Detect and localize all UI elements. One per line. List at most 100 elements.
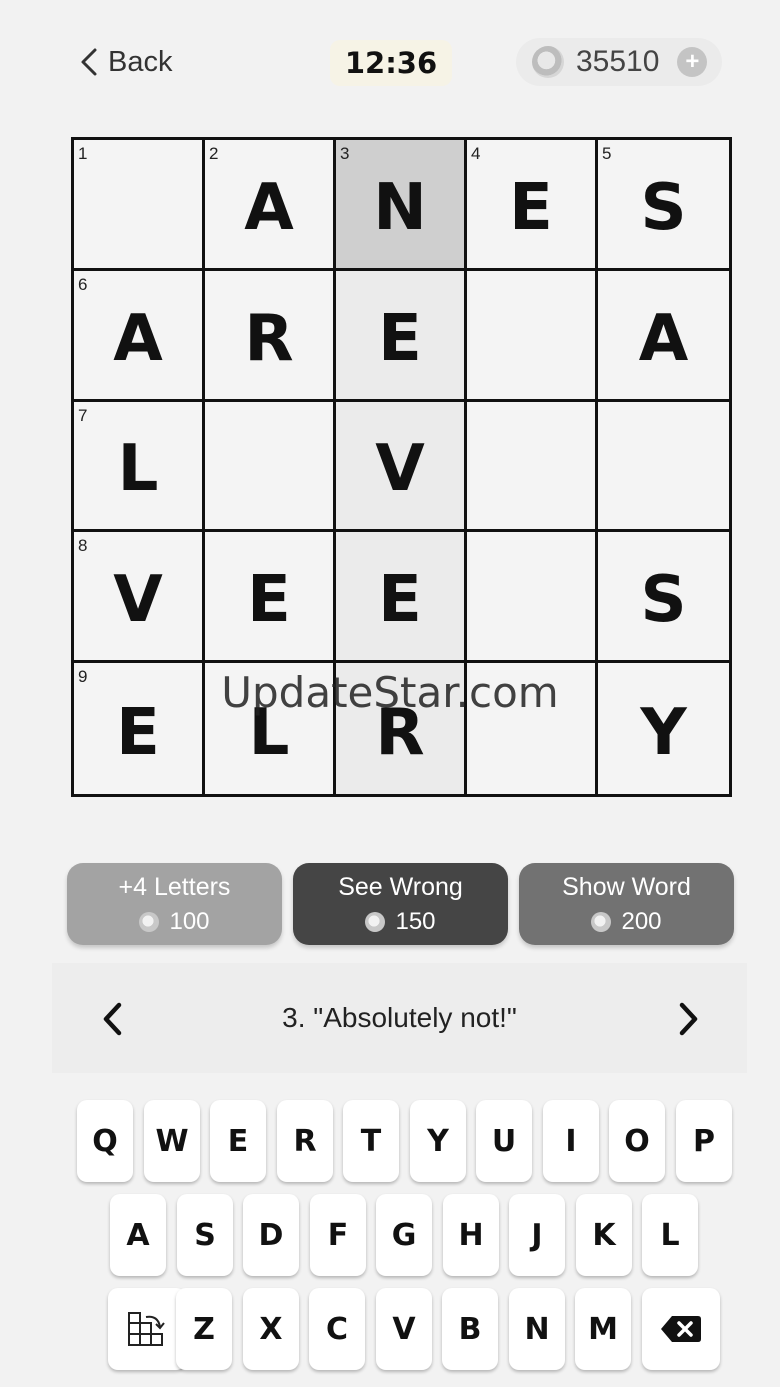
coin-icon	[591, 911, 612, 932]
next-clue-button[interactable]	[677, 1001, 701, 1037]
grid-cell-r3-c5[interactable]	[598, 401, 729, 533]
crossword-grid: 12A3N4E5S6AREA7LV8VEES9ELRY	[71, 137, 732, 797]
key-w[interactable]: W	[144, 1100, 200, 1182]
add-letters-label: +4 Letters	[118, 872, 231, 901]
timer: 12:36	[330, 40, 452, 86]
key-t[interactable]: T	[343, 1100, 399, 1182]
grid-cell-r3-c1[interactable]: 7L	[74, 401, 205, 533]
cell-letter: A	[113, 301, 163, 376]
cell-number: 9	[78, 667, 88, 687]
key-v[interactable]: V	[376, 1288, 432, 1370]
key-j[interactable]: J	[509, 1194, 565, 1276]
grid-cell-r5-c2[interactable]: L	[205, 663, 336, 794]
cell-letter: A	[638, 301, 689, 376]
grid-cell-r5-c4[interactable]	[467, 663, 598, 794]
key-z[interactable]: Z	[176, 1288, 232, 1370]
cell-number: 3	[340, 144, 350, 163]
grid-cell-r2-c3[interactable]: E	[336, 270, 467, 402]
cell-letter: R	[244, 301, 294, 376]
grid-cell-r2-c5[interactable]: A	[598, 270, 729, 402]
see-wrong-button[interactable]: See Wrong 150	[293, 863, 508, 945]
grid-rotate-key[interactable]	[108, 1288, 186, 1370]
cell-letter: L	[248, 695, 290, 770]
grid-cell-r3-c2[interactable]	[205, 401, 336, 533]
cell-letter: S	[640, 563, 687, 638]
cell-number: 7	[78, 405, 88, 425]
cell-letter: E	[247, 563, 291, 638]
add-letters-button[interactable]: +4 Letters 100	[67, 863, 282, 945]
key-q[interactable]: Q	[77, 1100, 133, 1182]
grid-cell-r5-c5[interactable]: Y	[598, 663, 729, 794]
backspace-key[interactable]	[642, 1288, 720, 1370]
chevron-left-icon	[81, 48, 97, 76]
coin-icon	[139, 911, 160, 932]
grid-rotate-icon	[128, 1312, 165, 1346]
key-k[interactable]: K	[576, 1194, 632, 1276]
cell-letter: S	[640, 170, 687, 245]
grid-cell-r1-c4[interactable]: 4E	[467, 140, 598, 271]
cell-letter: E	[378, 563, 422, 638]
grid-cell-r4-c5[interactable]: S	[598, 532, 729, 664]
grid-cell-r2-c1[interactable]: 6A	[74, 270, 205, 402]
key-p[interactable]: P	[676, 1100, 732, 1182]
key-r[interactable]: R	[277, 1100, 333, 1182]
key-m[interactable]: M	[575, 1288, 631, 1370]
grid-cell-r4-c3[interactable]: E	[336, 532, 467, 664]
key-s[interactable]: S	[177, 1194, 233, 1276]
show-word-cost: 200	[591, 907, 662, 936]
key-l[interactable]: L	[642, 1194, 698, 1276]
top-bar: Back 12:36 35510 +	[0, 0, 780, 120]
grid-cell-r2-c4[interactable]	[467, 270, 598, 402]
key-o[interactable]: O	[609, 1100, 665, 1182]
show-word-button[interactable]: Show Word 200	[519, 863, 734, 945]
grid-cell-r4-c2[interactable]: E	[205, 532, 336, 664]
key-x[interactable]: X	[243, 1288, 299, 1370]
key-a[interactable]: A	[110, 1194, 166, 1276]
show-word-price: 200	[621, 907, 662, 935]
see-wrong-cost: 150	[365, 907, 436, 936]
cell-letter: V	[375, 432, 425, 507]
key-y[interactable]: Y	[410, 1100, 466, 1182]
cell-number: 8	[78, 536, 88, 556]
show-word-label: Show Word	[562, 872, 691, 901]
previous-clue-button[interactable]	[100, 1001, 124, 1037]
grid-cell-r1-c2[interactable]: 2A	[205, 140, 336, 271]
back-button[interactable]: Back	[78, 40, 172, 84]
cell-number: 4	[471, 144, 481, 163]
coin-balance: 35510 +	[516, 38, 722, 86]
grid-cell-r5-c1[interactable]: 9E	[74, 663, 205, 794]
coin-icon	[532, 46, 564, 78]
see-wrong-price: 150	[395, 907, 436, 935]
plus-icon[interactable]: +	[677, 47, 708, 77]
grid-cell-r1-c5[interactable]: 5S	[598, 140, 729, 271]
clue-text: 3. "Absolutely not!"	[282, 1002, 517, 1033]
cell-letter: V	[113, 563, 163, 638]
key-c[interactable]: C	[309, 1288, 365, 1370]
cell-letter: E	[378, 301, 422, 376]
grid-cell-r3-c3[interactable]: V	[336, 401, 467, 533]
grid-cell-r5-c3[interactable]: R	[336, 663, 467, 794]
grid-cell-r1-c3[interactable]: 3N	[336, 140, 467, 271]
key-i[interactable]: I	[543, 1100, 599, 1182]
cell-letter: A	[244, 170, 294, 245]
grid-cell-r4-c1[interactable]: 8V	[74, 532, 205, 664]
coin-icon	[365, 911, 386, 932]
clue-bar: 3. "Absolutely not!"	[52, 963, 747, 1073]
key-g[interactable]: G	[376, 1194, 432, 1276]
key-h[interactable]: H	[443, 1194, 499, 1276]
grid-cell-r4-c4[interactable]	[467, 532, 598, 664]
key-u[interactable]: U	[476, 1100, 532, 1182]
key-n[interactable]: N	[509, 1288, 565, 1370]
cell-letter: L	[117, 432, 159, 507]
key-d[interactable]: D	[243, 1194, 299, 1276]
key-b[interactable]: B	[442, 1288, 498, 1370]
add-letters-cost: 100	[139, 907, 210, 936]
grid-cell-r3-c4[interactable]	[467, 401, 598, 533]
key-e[interactable]: E	[210, 1100, 266, 1182]
grid-cell-r1-c1[interactable]: 1	[74, 140, 205, 271]
hint-buttons: +4 Letters 100 See Wrong 150 Show Word 2…	[67, 863, 735, 945]
cell-letter: E	[116, 695, 160, 770]
key-f[interactable]: F	[310, 1194, 366, 1276]
add-letters-price: 100	[169, 907, 210, 935]
grid-cell-r2-c2[interactable]: R	[205, 270, 336, 402]
